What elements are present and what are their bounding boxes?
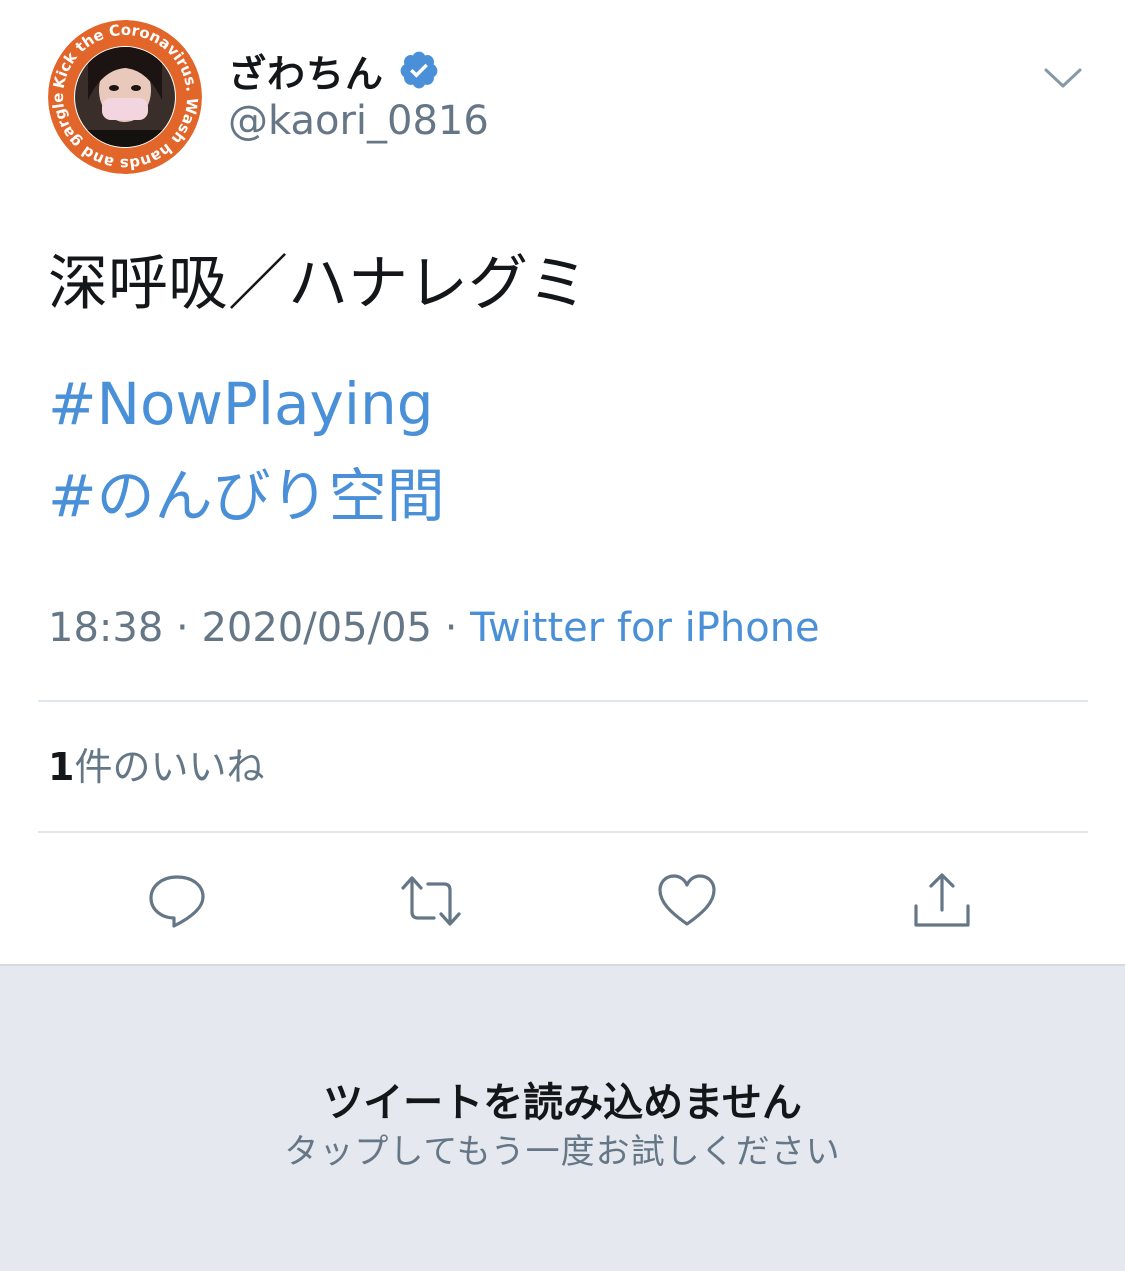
divider [38,831,1088,833]
share-button[interactable] [911,870,973,932]
tweet-text: 深呼吸／ハナレグミ [48,249,588,319]
display-name[interactable]: ざわちん [228,43,384,98]
reply-icon [149,875,205,928]
retweet-icon [401,876,461,926]
retweet-button[interactable] [400,870,462,932]
reply-button[interactable] [146,870,208,932]
hashtag-link[interactable]: #NowPlaying [48,366,434,442]
tweet-date: 2020/05/05 [201,605,432,651]
avatar[interactable]: Kick the Coronavirus. Wash hands and gar… [48,20,202,174]
tweet-time: 18:38 [48,605,164,651]
error-retry-hint: タップしてもう一度お試しください [284,1132,841,1172]
tweet-detail-screen: Kick the Coronavirus. Wash hands and gar… [0,0,1125,1271]
author-handle[interactable]: @kaori_0816 [228,98,489,144]
author-name-row[interactable]: ざわちん [228,40,440,100]
like-label: 件のいいね [74,745,265,789]
like-button[interactable] [656,870,718,932]
share-icon [914,873,970,927]
like-count: 1 [48,745,75,789]
load-error-panel[interactable]: ツイートを読み込めません タップしてもう一度お試しください [0,964,1125,1271]
meta-separator: · [431,605,471,651]
verified-badge-icon [400,51,438,89]
chevron-down-icon[interactable] [1040,58,1086,98]
divider [38,700,1088,702]
heart-icon [658,874,716,926]
tweet-source-link[interactable]: Twitter for iPhone [470,605,820,651]
error-title: ツイートを読み込めません [323,1080,802,1126]
tweet-meta: 18:38 · 2020/05/05 · Twitter for iPhone [48,600,820,656]
likes-summary[interactable]: 1件のいいね [48,740,264,794]
avatar-image: Kick the Coronavirus. Wash hands and gar… [48,20,202,174]
hashtag-link[interactable]: #のんびり空間 [48,458,445,534]
meta-separator: · [163,605,202,651]
